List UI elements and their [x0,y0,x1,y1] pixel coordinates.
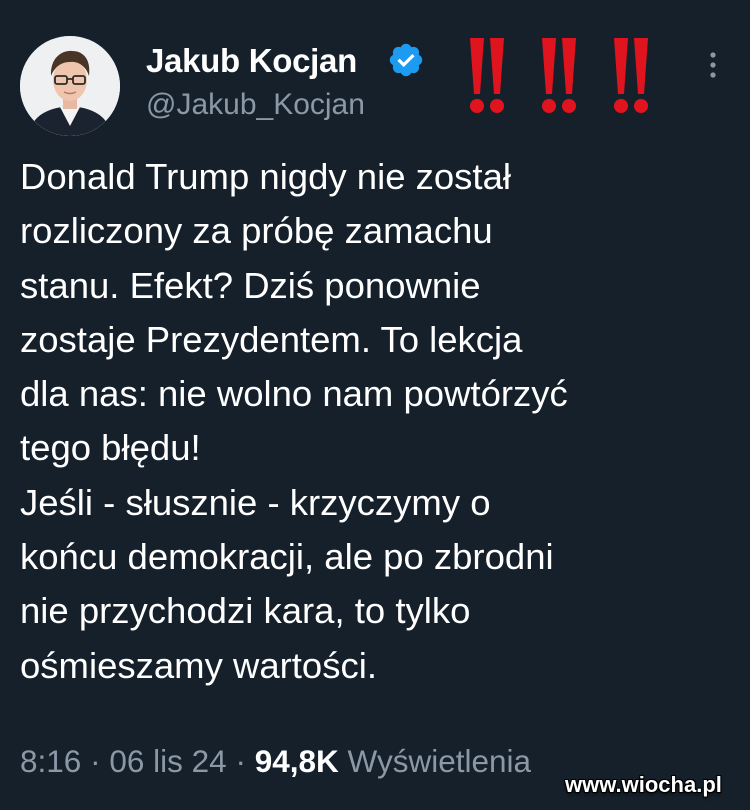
double-exclamation-icon [470,38,648,113]
tweet-time[interactable]: 8:16 [20,743,81,779]
tweet-header: Jakub Kocjan @Jakub_Kocjan [0,0,750,136]
tweet-date[interactable]: 06 lis 24 [109,743,226,779]
tweet-text: Donald Trump nigdy nie został rozliczony… [20,156,568,686]
site-watermark: www.wiocha.pl [565,772,722,797]
more-vertical-icon[interactable] [700,48,726,82]
meta-separator: · [90,743,101,779]
author-handle[interactable]: @Jakub_Kocjan [146,88,365,122]
tweet-meta: 8:16 · 06 lis 24 · 94,8K Wyświetlenia [20,743,531,780]
meta-separator: · [235,743,246,779]
author-name[interactable]: Jakub Kocjan [146,42,357,80]
verified-badge-icon [389,43,423,77]
avatar-image [20,36,120,136]
views-label: Wyświetlenia [347,743,532,779]
views-count: 94,8K [254,743,339,779]
author-avatar[interactable] [20,36,120,136]
